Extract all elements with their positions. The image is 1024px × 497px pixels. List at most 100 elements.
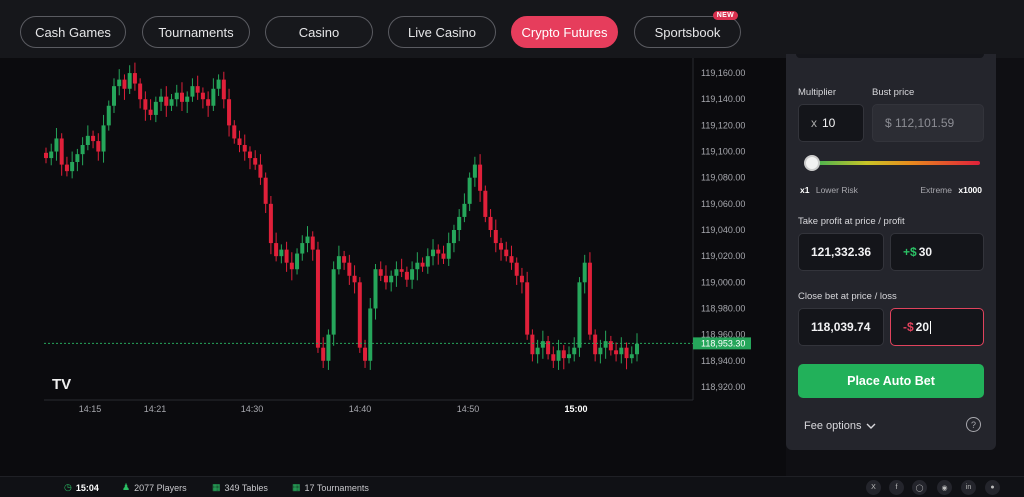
candle-body: [457, 216, 462, 230]
candle-body: [211, 88, 216, 106]
stop-loss-price-input[interactable]: 118,039.74: [798, 308, 884, 346]
candle-body: [499, 243, 504, 250]
candle-body: [389, 275, 394, 283]
candle-body: [295, 253, 300, 270]
tables-count: 349 Tables: [224, 482, 268, 493]
candle-body: [561, 350, 566, 359]
multiplier-input[interactable]: x 10: [798, 104, 864, 142]
stop-loss-label: Close bet at price / loss: [798, 291, 897, 302]
candle-body: [185, 96, 190, 102]
candle-body: [635, 343, 639, 355]
candle-body: [383, 275, 388, 283]
risk-scale-min: x1 Lower Risk: [800, 185, 858, 195]
candle-body: [624, 347, 629, 359]
take-profit-price-input[interactable]: 121,332.36: [798, 233, 884, 271]
candle-body: [96, 141, 101, 152]
time-tick-label: 14:40: [349, 404, 372, 414]
candle-body: [321, 347, 326, 361]
candle-body: [247, 151, 252, 159]
candle-body: [399, 269, 404, 272]
bust-price-label: Bust price: [872, 87, 915, 98]
candle-body: [263, 177, 268, 204]
facebook-icon[interactable]: f: [889, 480, 904, 495]
candle-body: [425, 256, 430, 267]
price-tick-label: 119,160.00: [701, 68, 745, 78]
candle-body: [127, 73, 132, 89]
candle-body: [54, 138, 59, 152]
instagram-icon[interactable]: ◯: [912, 480, 927, 495]
help-icon[interactable]: ?: [966, 417, 981, 432]
price-tick-label: 119,120.00: [701, 120, 745, 130]
tab-crypto-futures[interactable]: Crypto Futures: [511, 16, 618, 48]
players-icon: ♟: [122, 482, 131, 492]
text-cursor: [930, 320, 932, 334]
candle-body: [85, 135, 90, 145]
candle-body: [420, 262, 425, 267]
tab-label: Casino: [298, 24, 340, 40]
candle-body: [336, 256, 341, 270]
candle-body: [206, 99, 211, 106]
price-tick-label: 119,000.00: [701, 277, 745, 287]
new-badge: NEW: [712, 11, 738, 20]
tab-label: Tournaments: [158, 24, 234, 40]
price-tick-label: 118,920.00: [701, 382, 745, 392]
clock-icon: ◷: [64, 482, 72, 492]
linkedin-icon[interactable]: in: [961, 480, 976, 495]
reddit-icon[interactable]: ●: [985, 480, 1000, 495]
candle-body: [394, 269, 399, 276]
candle-body: [159, 96, 164, 102]
candle-body: [467, 177, 472, 204]
tab-label: Cash Games: [35, 24, 111, 40]
time-tick-label: 14:30: [241, 404, 264, 414]
candle-body: [368, 308, 373, 361]
multiplier-slider-track[interactable]: [806, 161, 980, 165]
candle-body: [504, 249, 509, 257]
tab-cash-games[interactable]: Cash Games: [20, 16, 126, 48]
candle-body: [572, 347, 577, 355]
tv-logo-text: TV: [52, 376, 71, 393]
candle-body: [195, 86, 200, 93]
multiplier-slider-thumb[interactable]: [803, 155, 820, 171]
candle-body: [237, 138, 242, 145]
candle-body: [216, 79, 221, 89]
stop-loss-amount-input[interactable]: -$ 20: [890, 308, 984, 346]
candle-body: [190, 86, 195, 97]
candle-body: [446, 243, 451, 259]
tab-label: Live Casino: [408, 24, 476, 40]
candle-body: [614, 350, 619, 355]
price-chart[interactable]: 119,160.00 119,140.00 119,120.00 119,100.00…: [0, 58, 786, 476]
tab-tournaments[interactable]: Tournaments: [142, 16, 250, 48]
candle-body: [106, 105, 111, 126]
candle-body: [493, 230, 498, 244]
panel-top-field: [796, 54, 984, 58]
tab-live-casino[interactable]: Live Casino: [388, 16, 496, 48]
candle-body: [289, 262, 294, 270]
fee-options-toggle[interactable]: Fee options: [804, 420, 876, 432]
candle-body: [111, 86, 116, 106]
tab-casino[interactable]: Casino: [265, 16, 373, 48]
candle-body: [551, 354, 556, 361]
take-profit-amount-input[interactable]: +$ 30: [890, 233, 984, 271]
candle-body: [514, 262, 519, 276]
candle-body: [179, 92, 184, 102]
candle-body: [91, 135, 96, 142]
x-icon[interactable]: X: [866, 480, 881, 495]
candle-body: [138, 83, 143, 100]
place-button-label: Place Auto Bet: [847, 374, 935, 388]
bust-price-value: $ 112,101.59: [885, 116, 955, 130]
candle-body: [284, 249, 289, 263]
candle-body: [483, 190, 488, 217]
footer-time: 15:04: [75, 482, 99, 493]
tradingview-logo[interactable]: TV: [52, 376, 71, 393]
app-root: Cash Games Tournaments Casino Live Casin…: [0, 0, 1024, 497]
discord-icon[interactable]: ◉: [937, 480, 952, 495]
candle-body: [59, 138, 64, 165]
tab-sportsbook[interactable]: Sportsbook NEW: [634, 11, 741, 48]
place-auto-bet-button[interactable]: Place Auto Bet: [798, 364, 984, 398]
candles: [44, 62, 639, 370]
candle-body: [143, 99, 148, 110]
status-bar: ◷ 15:04 ♟ 2077 Players ▦ 349 Tables ▦ 17…: [0, 476, 1024, 497]
candle-body: [378, 269, 383, 276]
candlestick-chart[interactable]: 119,160.00 119,140.00 119,120.00 119,100.00…: [0, 58, 786, 476]
price-tick-label: 119,020.00: [701, 251, 745, 261]
